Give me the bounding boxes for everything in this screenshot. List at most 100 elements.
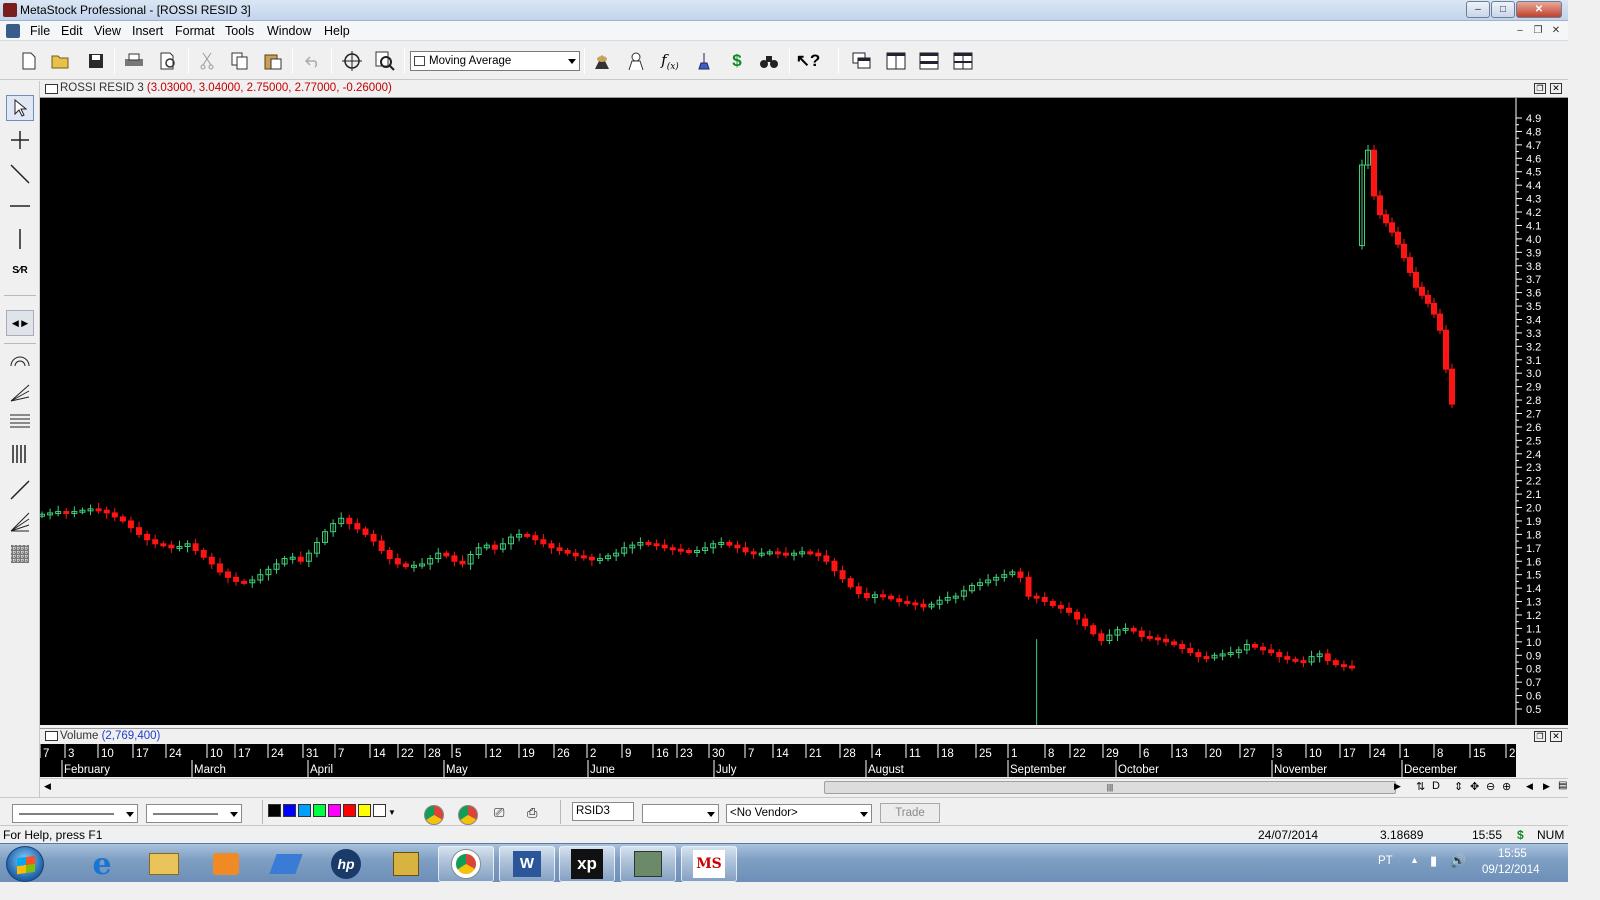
menu-format[interactable]: Format (175, 24, 215, 38)
trendline-tool-icon[interactable] (6, 161, 34, 187)
internet-explorer-icon[interactable]: e (74, 846, 130, 882)
menu-tools[interactable]: Tools (225, 24, 254, 38)
menu-window[interactable]: Window (267, 24, 311, 38)
menu-insert[interactable]: Insert (132, 24, 163, 38)
color-white-swatch[interactable] (373, 804, 386, 817)
volume-close-icon[interactable]: ✕ (1550, 731, 1562, 742)
help-pointer-icon[interactable]: ↖? (796, 50, 821, 72)
color-yellow-swatch[interactable] (358, 804, 371, 817)
menu-file[interactable]: File (30, 24, 50, 38)
word-icon[interactable]: W (499, 846, 555, 882)
support-resistance-tool-icon[interactable]: S∕R (6, 257, 34, 283)
chrome-icon-2[interactable] (458, 805, 478, 825)
clock-date[interactable]: 09/12/2014 (1482, 864, 1540, 876)
daily-period-icon[interactable]: D (1432, 780, 1440, 792)
minimize-button[interactable]: – (1466, 1, 1490, 18)
scale-vertical-icon[interactable]: ⇕ (1454, 780, 1463, 793)
menu-edit[interactable]: Edit (61, 24, 83, 38)
tile-vertical-icon[interactable] (885, 50, 907, 72)
trade-button[interactable]: Trade (880, 803, 940, 823)
scroll-thumb[interactable]: ||| (824, 781, 1396, 794)
speed-lines-tool-icon[interactable] (6, 509, 34, 535)
line-weight-select[interactable] (146, 804, 242, 823)
chart-restore-icon[interactable]: ❐ (1534, 83, 1546, 94)
maximize-button[interactable]: □ (1491, 1, 1515, 18)
tile-horizontal-icon[interactable] (918, 50, 940, 72)
formula-icon[interactable]: f(x) (659, 50, 681, 72)
save-icon[interactable] (85, 50, 107, 72)
chrome-icon[interactable] (424, 805, 444, 825)
close-button[interactable]: ✕ (1516, 1, 1562, 18)
pan-right-icon[interactable]: ▶ (1543, 781, 1550, 792)
mdi-close-button[interactable]: ✕ (1548, 24, 1564, 38)
mdi-minimize-button[interactable]: – (1512, 24, 1528, 38)
chart-close-icon[interactable]: ✕ (1550, 83, 1562, 94)
stack-app-icon[interactable] (378, 846, 434, 882)
import-icon[interactable]: ⎙ (527, 805, 537, 821)
color-more-icon[interactable]: ▼ (388, 808, 396, 817)
color-black-swatch[interactable] (268, 804, 281, 817)
expert-advisor-icon[interactable] (625, 50, 647, 72)
refresh-icon[interactable]: ⇅ (1416, 780, 1425, 793)
scroll-right-icon[interactable]: ▶ (1394, 781, 1401, 792)
volume-icon[interactable]: 🔊 (1450, 853, 1466, 869)
document-icon[interactable] (6, 24, 20, 38)
fan-tool-icon[interactable] (6, 379, 34, 405)
zoom-out-icon[interactable]: ⊖ (1486, 780, 1495, 793)
chrome-task-icon[interactable] (438, 846, 494, 882)
paste-icon[interactable] (262, 50, 284, 72)
crosshair-icon[interactable] (341, 50, 363, 72)
clock-time[interactable]: 15:55 (1498, 848, 1527, 860)
menu-view[interactable]: View (94, 24, 121, 38)
print-preview-icon[interactable] (157, 50, 179, 72)
undo-icon[interactable] (302, 50, 324, 72)
period-select[interactable] (642, 804, 719, 823)
scroll-arrows-icon[interactable]: ◀ ▶ (6, 310, 34, 336)
chart-window-icon[interactable] (45, 84, 58, 94)
mdi-restore-button[interactable]: ❐ (1530, 24, 1546, 38)
cut-icon[interactable] (196, 50, 218, 72)
language-indicator[interactable]: PT (1378, 855, 1393, 867)
color-blue-swatch[interactable] (283, 804, 296, 817)
scale-horizontal-icon[interactable]: ✥ (1470, 780, 1479, 793)
new-icon[interactable] (18, 50, 40, 72)
indicator-select[interactable]: Moving Average (410, 51, 580, 71)
open-icon[interactable] (50, 50, 72, 72)
start-button[interactable] (6, 846, 44, 882)
menu-help[interactable]: Help (324, 24, 350, 38)
color-red-swatch[interactable] (343, 804, 356, 817)
vendor-select[interactable]: <No Vendor> (726, 804, 872, 823)
pointer-tool-icon[interactable] (6, 95, 34, 121)
metastock-icon[interactable]: MS (681, 846, 737, 882)
cycle-lines-tool-icon[interactable] (6, 441, 34, 467)
file-explorer-icon[interactable] (136, 846, 192, 882)
arc-tool-icon[interactable] (6, 347, 34, 373)
color-cyan-swatch[interactable] (298, 804, 311, 817)
binoculars-icon[interactable] (758, 50, 780, 72)
metastock-downloader-icon[interactable] (620, 846, 676, 882)
zoom-in-icon[interactable]: ⊕ (1502, 780, 1511, 793)
chart-scrollbar[interactable]: ◀ ||| ▶ ⇅ D ⇕ ✥ ⊖ ⊕ ◀ ▶ ▤ (40, 778, 1568, 795)
tray-expand-icon[interactable]: ▲ (1410, 855, 1419, 865)
color-green-swatch[interactable] (313, 804, 326, 817)
crosshair-tool-icon[interactable] (6, 127, 34, 153)
network-app-icon[interactable] (258, 846, 314, 882)
volume-restore-icon[interactable]: ❐ (1534, 731, 1546, 742)
explorer-icon[interactable] (591, 50, 613, 72)
panel-icon[interactable]: ▤ (1558, 780, 1567, 791)
symbol-input[interactable]: RSID3 (572, 802, 634, 821)
grid-tool-icon[interactable] (6, 541, 34, 567)
tile-grid-icon[interactable] (952, 50, 974, 72)
hp-icon[interactable]: hp (318, 846, 374, 882)
vertical-line-tool-icon[interactable] (6, 226, 34, 252)
system-tester-icon[interactable] (693, 50, 715, 72)
dollar-icon[interactable]: $ (726, 50, 748, 72)
network-icon[interactable]: ▮ (1430, 853, 1437, 869)
line-style-select[interactable] (12, 804, 138, 823)
cascade-icon[interactable] (851, 50, 873, 72)
retracement-tool-icon[interactable] (6, 409, 34, 435)
scroll-left-icon[interactable]: ◀ (44, 781, 51, 792)
horizontal-line-tool-icon[interactable] (6, 193, 34, 219)
print-icon[interactable] (123, 50, 145, 72)
copy-icon[interactable] (229, 50, 251, 72)
